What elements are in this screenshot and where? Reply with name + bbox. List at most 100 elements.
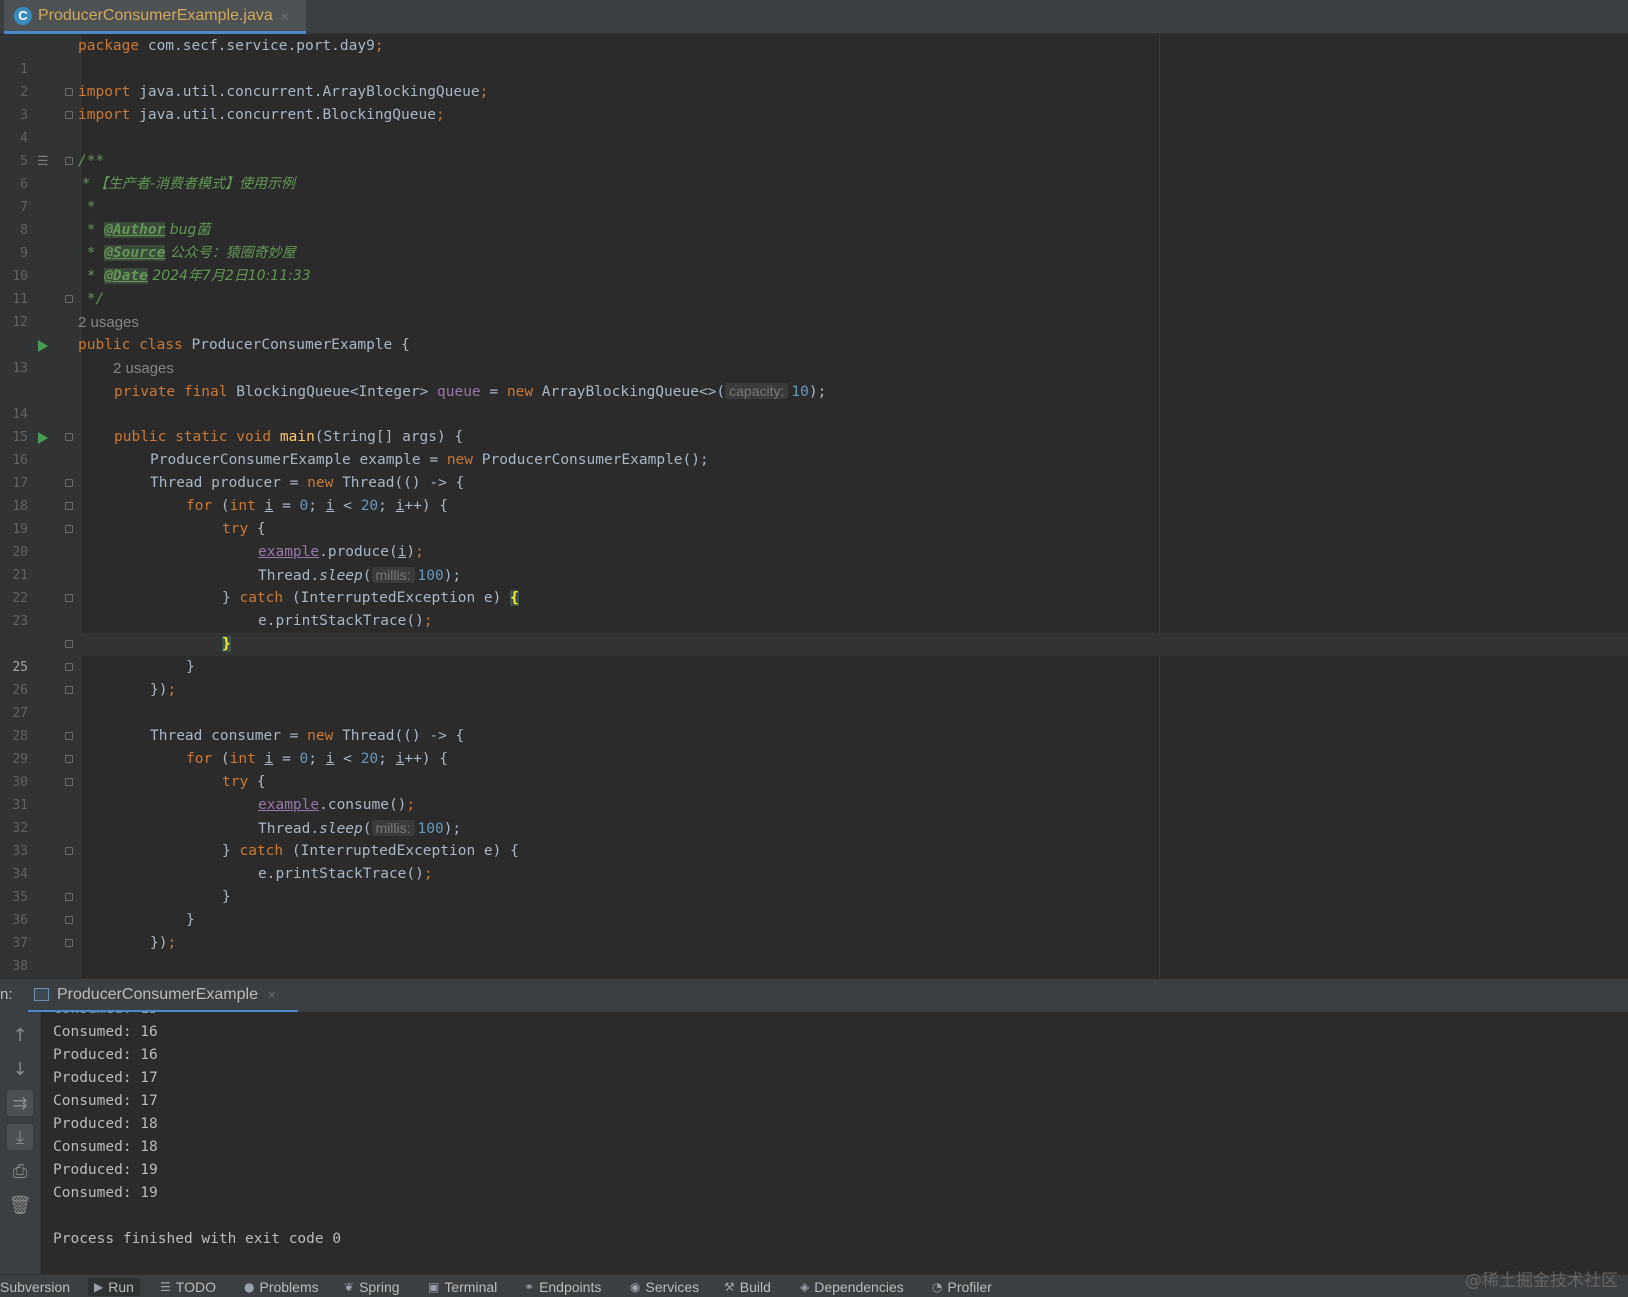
editor-tab-label: ProducerConsumerExample.java bbox=[38, 6, 273, 24]
fold-icon[interactable] bbox=[65, 663, 73, 671]
fold-icon[interactable] bbox=[65, 847, 73, 855]
dependencies-icon: ◈ bbox=[800, 1280, 810, 1294]
tool-build[interactable]: ⚒ Build bbox=[724, 1278, 771, 1296]
code-line-32: 32 example.consume(); bbox=[0, 794, 1628, 836]
code-line-30: 30 for (int i = 0; i < 20; i++) { bbox=[0, 748, 1628, 790]
usages-hint[interactable]: 2 usages bbox=[0, 357, 1628, 380]
tool-dependencies[interactable]: ◈ Dependencies bbox=[800, 1278, 904, 1296]
profiler-icon: ◔ bbox=[932, 1280, 943, 1294]
tool-spring[interactable]: ❦ Spring bbox=[344, 1278, 400, 1296]
fold-icon[interactable] bbox=[65, 111, 73, 119]
run-main-icon[interactable] bbox=[38, 432, 48, 444]
code-editor[interactable]: 1 package com.secf.service.port.day9; 2 … bbox=[0, 35, 1628, 978]
param-hint-millis: millis: bbox=[371, 820, 415, 836]
run-panel-prefix: n: bbox=[0, 986, 13, 1003]
code-line-8: 8 * bbox=[0, 196, 1628, 238]
services-icon: ◉ bbox=[630, 1280, 641, 1294]
code-line-10: 10 * @Source 公众号：猿圈奇妙屋 bbox=[0, 242, 1628, 284]
code-line-12: 12 */ bbox=[0, 288, 1628, 330]
hammer-icon: ⚒ bbox=[724, 1280, 735, 1294]
tool-profiler[interactable]: ◔ Profiler bbox=[932, 1278, 992, 1296]
console-output-line: Consumed: 17 bbox=[53, 1093, 158, 1109]
fold-icon[interactable] bbox=[65, 755, 73, 763]
code-line-18: 18 Thread producer = new Thread(() -> { bbox=[0, 472, 1628, 514]
editor-tab-bar: C ProducerConsumerExample.java × bbox=[0, 0, 1628, 34]
param-hint-capacity: capacity: bbox=[725, 383, 789, 399]
param-hint-millis: millis: bbox=[371, 567, 415, 583]
fold-icon[interactable] bbox=[65, 732, 73, 740]
tool-endpoints[interactable]: ⚭ Endpoints bbox=[524, 1278, 601, 1296]
arrow-down-icon[interactable]: ↓ bbox=[7, 1056, 33, 1082]
code-line-28: 28 bbox=[0, 702, 1628, 744]
soft-wrap-icon[interactable]: ⇉ bbox=[7, 1090, 33, 1116]
code-line-17: 17 ProducerConsumerExample example = new… bbox=[0, 449, 1628, 491]
matched-brace-close: } bbox=[222, 636, 231, 652]
editor-tab-producer-consumer[interactable]: C ProducerConsumerExample.java × bbox=[4, 0, 306, 34]
code-line-39: 39 bbox=[0, 955, 1628, 978]
scroll-to-end-icon[interactable]: ⤓ bbox=[7, 1124, 33, 1150]
console-output-line: Produced: 19 bbox=[53, 1162, 158, 1178]
code-line-27: 27 }); bbox=[0, 679, 1628, 721]
tool-terminal[interactable]: ▣ Terminal bbox=[428, 1278, 497, 1296]
code-line-19: 19 for (int i = 0; i < 20; i++) { bbox=[0, 495, 1628, 537]
fold-icon[interactable] bbox=[65, 295, 73, 303]
console-output-line: Produced: 16 bbox=[53, 1047, 158, 1063]
usages-hint[interactable]: 2 usages bbox=[0, 311, 1628, 334]
run-console[interactable]: ↑ ↓ ⇉ ⤓ ⎙ 🗑 Consumed: 15 Consumed: 16 Pr… bbox=[0, 1012, 1628, 1274]
play-icon: ▶ bbox=[94, 1280, 104, 1294]
tool-problems[interactable]: ● Problems bbox=[244, 1278, 319, 1296]
run-tab-label: ProducerConsumerExample bbox=[57, 985, 258, 1003]
matched-brace-open: { bbox=[510, 590, 519, 606]
close-run-tab-icon[interactable]: × bbox=[268, 987, 276, 1002]
fold-icon[interactable] bbox=[65, 939, 73, 947]
print-icon[interactable]: ⎙ bbox=[7, 1158, 33, 1184]
close-tab-icon[interactable]: × bbox=[281, 8, 289, 24]
code-line-6: 6 ☰ /** bbox=[0, 150, 1628, 192]
tool-window-bar: Subversion ▶ Run ☰ TODO ● Problems ❦ Spring … bbox=[0, 1274, 1628, 1297]
console-output-line: Produced: 17 bbox=[53, 1070, 158, 1086]
endpoints-icon: ⚭ bbox=[524, 1280, 535, 1294]
code-line-20: 20 try { bbox=[0, 518, 1628, 560]
fold-icon[interactable] bbox=[65, 433, 73, 441]
code-line-21: 21 example.produce(i); bbox=[0, 541, 1628, 583]
run-tab-producer-consumer[interactable]: ProducerConsumerExample × bbox=[28, 979, 298, 1013]
code-line-38: 38 }); bbox=[0, 932, 1628, 974]
tool-todo[interactable]: ☰ TODO bbox=[160, 1278, 216, 1296]
code-line-31: 31 try { bbox=[0, 771, 1628, 813]
fold-icon[interactable] bbox=[65, 157, 73, 165]
fold-icon[interactable] bbox=[65, 893, 73, 901]
fold-icon[interactable] bbox=[65, 525, 73, 533]
render-doc-icon[interactable]: ☰ bbox=[37, 150, 49, 173]
trash-icon[interactable]: 🗑 bbox=[7, 1192, 33, 1218]
tool-services[interactable]: ◉ Services bbox=[630, 1278, 699, 1296]
fold-icon[interactable] bbox=[65, 778, 73, 786]
arrow-up-icon[interactable]: ↑ bbox=[7, 1022, 33, 1048]
fold-icon[interactable] bbox=[65, 640, 73, 648]
code-line-3: 3 import java.util.concurrent.ArrayBlock… bbox=[0, 81, 1628, 123]
fold-icon[interactable] bbox=[65, 594, 73, 602]
console-output-line: Consumed: 18 bbox=[53, 1139, 158, 1155]
code-line-25-current: 25 } bbox=[0, 633, 1628, 675]
terminal-icon: ▣ bbox=[428, 1280, 440, 1294]
code-line-37: 37 } bbox=[0, 909, 1628, 951]
fold-icon[interactable] bbox=[65, 479, 73, 487]
code-line-15: 15 bbox=[0, 403, 1628, 445]
fold-icon[interactable] bbox=[65, 916, 73, 924]
console-output-line: Consumed: 16 bbox=[53, 1024, 158, 1040]
code-line-36: 36 } bbox=[0, 886, 1628, 928]
code-line-9: 9 * @Author bug菌 bbox=[0, 219, 1628, 261]
warning-icon: ● bbox=[244, 1280, 255, 1294]
tool-subversion[interactable]: Subversion bbox=[0, 1278, 70, 1296]
code-line-2: 2 bbox=[0, 58, 1628, 100]
console-output-line: Produced: 18 bbox=[53, 1116, 158, 1132]
fold-icon[interactable] bbox=[65, 88, 73, 96]
fold-icon[interactable] bbox=[65, 502, 73, 510]
fold-icon[interactable] bbox=[65, 686, 73, 694]
java-class-icon: C bbox=[14, 6, 32, 25]
code-line-14: 14 private final BlockingQueue<Integer> … bbox=[0, 380, 1628, 422]
tool-run[interactable]: ▶ Run bbox=[88, 1278, 140, 1296]
code-line-26: 26 } bbox=[0, 656, 1628, 698]
code-line-24: 24 e.printStackTrace(); bbox=[0, 610, 1628, 652]
console-output-line-partial: Consumed: 15 bbox=[53, 1012, 158, 1021]
run-class-icon[interactable] bbox=[38, 340, 48, 352]
